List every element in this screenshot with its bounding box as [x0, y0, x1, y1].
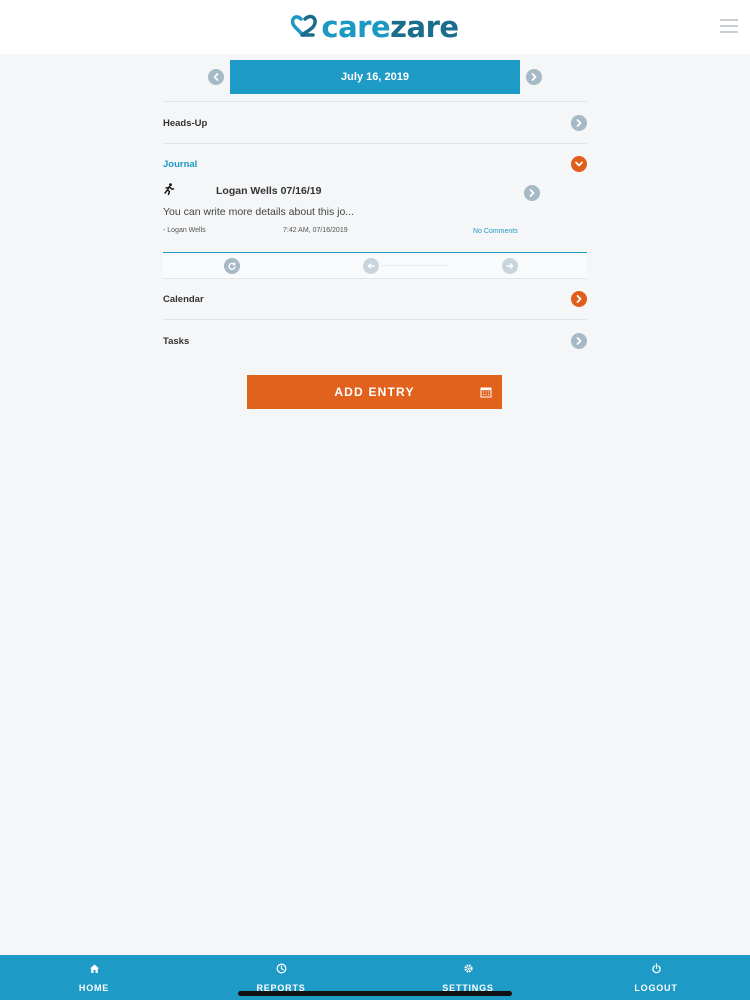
add-entry-label: ADD ENTRY: [334, 385, 415, 399]
tab-home[interactable]: HOME: [34, 955, 154, 1000]
next-date-button[interactable]: [526, 69, 542, 85]
hamburger-menu-icon[interactable]: [720, 19, 738, 33]
current-date: July 16, 2019: [341, 71, 409, 83]
section-tasks[interactable]: Tasks: [163, 336, 189, 347]
home-indicator: [238, 991, 512, 996]
calendar-icon: [480, 387, 492, 398]
chevron-down-icon: [575, 161, 583, 167]
previous-entry-button[interactable]: [363, 258, 379, 274]
chevron-left-icon: [213, 73, 219, 81]
journal-entry-body: You can write more details about this jo…: [163, 206, 355, 218]
carezare-logo: carezare: [291, 10, 459, 44]
arrow-left-icon: [367, 263, 375, 269]
home-icon: [89, 964, 99, 973]
journal-entry-author: - Logan Wells: [163, 227, 206, 234]
refresh-icon: [228, 262, 236, 270]
chevron-right-icon: [529, 189, 535, 197]
refresh-button[interactable]: [224, 258, 240, 274]
power-icon: [651, 963, 661, 974]
running-person-icon: [164, 183, 175, 195]
prev-date-button[interactable]: [208, 69, 224, 85]
carezare-heart-icon: [291, 14, 318, 37]
section-heads-up[interactable]: Heads-Up: [163, 118, 207, 129]
journal-entry-timestamp: 7:42 AM, 07/16/2019: [283, 227, 348, 234]
journal-divider: [163, 252, 587, 253]
divider: [163, 101, 587, 102]
tasks-expand-button[interactable]: [571, 333, 587, 349]
tab-home-label: HOME: [78, 983, 110, 993]
divider: [381, 265, 449, 266]
logo-text-care: care: [321, 10, 391, 44]
logo-text-zare: zare: [390, 10, 459, 44]
tab-logout[interactable]: LOGOUT: [596, 955, 716, 1000]
arrow-right-icon: [506, 263, 514, 269]
gear-icon: [463, 964, 473, 973]
section-journal[interactable]: Journal: [163, 159, 197, 170]
journal-entry-title[interactable]: Logan Wells 07/16/19: [216, 185, 321, 197]
chevron-right-icon: [576, 337, 582, 345]
clock-icon: [276, 963, 286, 974]
tab-logout-label: LOGOUT: [634, 983, 678, 993]
app-header: carezare: [0, 0, 750, 54]
chevron-right-icon: [576, 119, 582, 127]
heads-up-expand-button[interactable]: [571, 115, 587, 131]
add-entry-button[interactable]: ADD ENTRY: [247, 375, 502, 409]
next-entry-button[interactable]: [502, 258, 518, 274]
divider: [163, 278, 587, 279]
logo-wordmark: carezare: [321, 10, 459, 44]
journal-collapse-button[interactable]: [571, 156, 587, 172]
section-calendar[interactable]: Calendar: [163, 294, 204, 305]
date-display[interactable]: July 16, 2019: [230, 60, 520, 94]
chevron-right-icon: [531, 73, 537, 81]
calendar-expand-button[interactable]: [571, 291, 587, 307]
divider: [163, 319, 587, 320]
chevron-right-icon: [576, 295, 582, 303]
journal-entry-open-button[interactable]: [524, 185, 540, 201]
journal-entry-comments-link[interactable]: No Comments: [473, 228, 518, 235]
divider: [163, 143, 587, 144]
